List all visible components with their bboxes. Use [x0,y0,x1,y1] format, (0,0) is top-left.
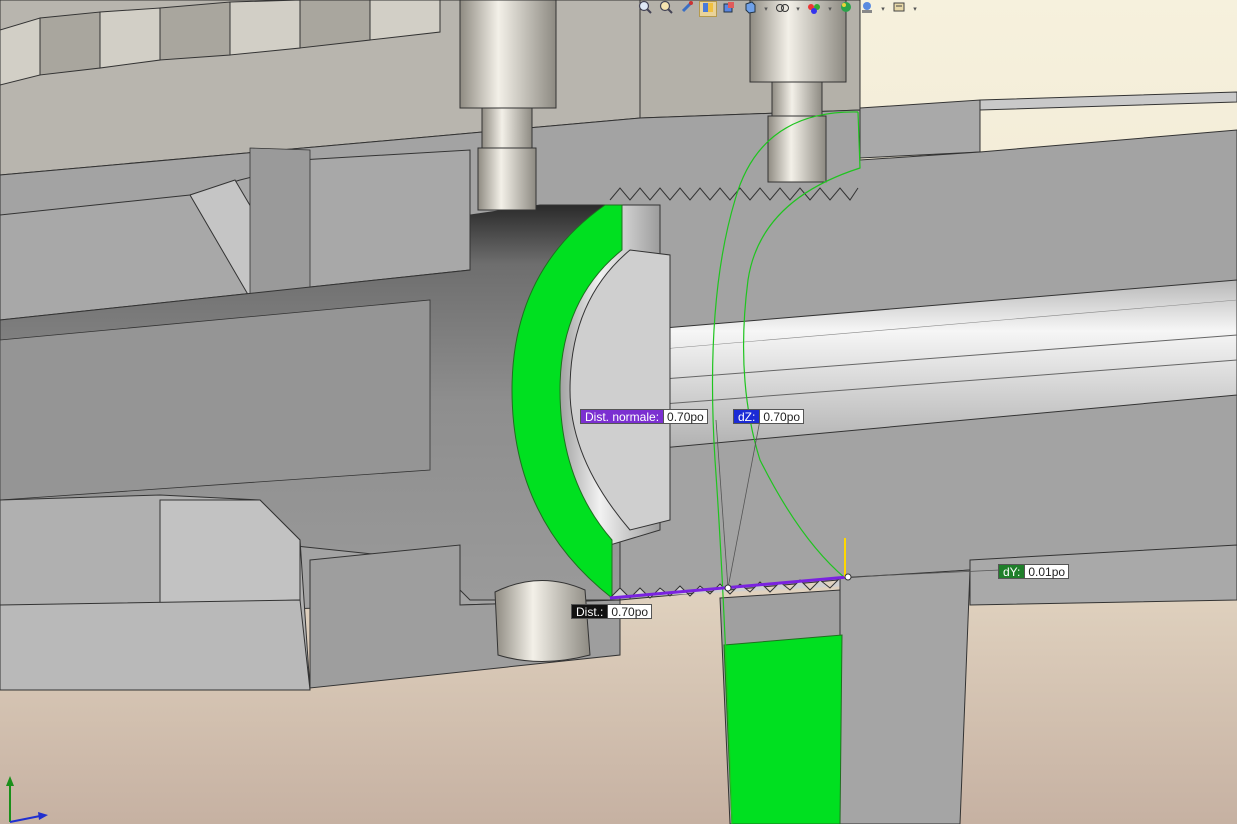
apply-scene-button[interactable] [858,1,876,17]
chevron-down-icon[interactable]: ▾ [879,1,887,17]
chevron-down-icon[interactable]: ▾ [762,1,770,17]
apply-scene-icon [860,0,874,19]
z-axis-arrow-icon [38,812,48,820]
previous-view-button[interactable] [678,0,696,19]
screw-bottom[interactable] [494,580,591,662]
z-axis-icon [9,815,41,823]
view-orientation-button[interactable] [741,0,759,19]
zoom-to-fit-button[interactable] [636,0,654,19]
dynamic-annotation-button[interactable] [720,1,738,17]
distance-label: Dist.: 0.70po [571,604,653,619]
heads-up-view-toolbar: ▾ ▾ ▾ ▾ ▾ [636,0,920,18]
view-orientation-icon [743,0,757,19]
zoom-area-button[interactable] [657,0,675,19]
y-axis-arrow-icon [6,776,14,786]
normal-distance-label: Dist. normale: 0.70po [580,409,708,424]
normal-distance-key: Dist. normale: [581,410,664,424]
edit-appearance-icon [839,0,853,19]
distance-value: 0.70po [607,605,652,619]
dz-label: dZ: 0.70po [733,409,805,424]
normal-distance-value: 0.70po [663,410,707,424]
hide-show-items-button[interactable] [805,1,823,17]
edit-appearance-button[interactable] [837,1,855,17]
display-style-button[interactable] [773,1,791,17]
dy-value: 0.01po [1024,565,1069,579]
dy-label: dY: 0.01po [998,564,1070,579]
view-settings-button[interactable] [890,1,908,17]
dz-value: 0.70po [759,410,804,424]
chevron-down-icon[interactable]: ▾ [826,1,834,17]
view-settings-icon [892,0,906,19]
selected-face-block [723,634,843,824]
previous-view-icon [680,0,694,19]
dy-key: dY: [999,565,1025,579]
hide-show-items-icon [807,0,821,19]
chevron-down-icon[interactable]: ▾ [794,1,802,17]
chevron-down-icon[interactable]: ▾ [911,1,919,17]
display-style-icon [775,0,789,19]
dz-key: dZ: [734,410,760,424]
dynamic-annotation-icon [722,0,736,19]
zoom-area-icon [659,0,673,19]
section-view-icon [701,0,715,19]
section-view-button[interactable] [699,1,717,17]
zoom-to-fit-icon [638,0,652,19]
distance-key: Dist.: [572,605,608,619]
reference-triad[interactable] [0,772,52,824]
